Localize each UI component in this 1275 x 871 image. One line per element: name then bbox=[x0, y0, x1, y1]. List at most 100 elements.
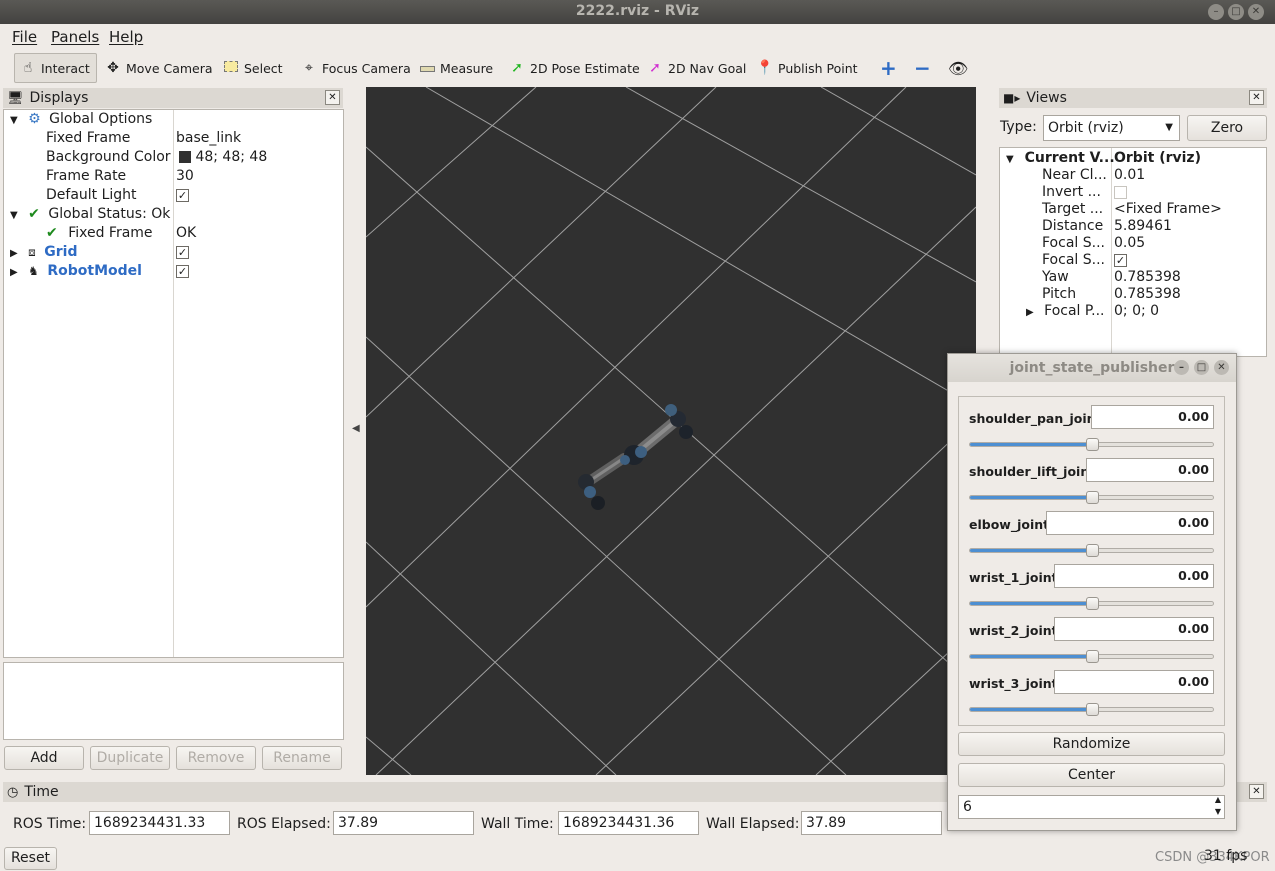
background-color-value[interactable]: 48; 48; 48 bbox=[179, 149, 267, 168]
global-status-label: Global Status: Ok bbox=[48, 206, 171, 222]
fixed-frame-value[interactable]: base_link bbox=[176, 130, 241, 149]
toolbar: ☝ Interact ✥ Move Camera Select ⌖ Focus … bbox=[0, 48, 1275, 86]
chevron-down-icon: ▼ bbox=[10, 115, 18, 126]
wall-time-label: Wall Time: bbox=[481, 816, 554, 832]
current-view-label: Current V... bbox=[1024, 150, 1115, 166]
minimize-icon[interactable]: – bbox=[1174, 360, 1189, 375]
menu-file[interactable]: File bbox=[12, 28, 37, 46]
tree-row-global-status[interactable]: ▼ ✔ Global Status: Ok bbox=[10, 206, 170, 225]
wall-elapsed-label: Wall Elapsed: bbox=[706, 816, 800, 832]
views-title: Views bbox=[1026, 90, 1067, 106]
chevron-right-icon: ▶ bbox=[10, 248, 18, 259]
display-description-box bbox=[3, 662, 344, 740]
default-light-checkbox[interactable]: ✓ bbox=[176, 187, 189, 206]
move-camera-label: Move Camera bbox=[126, 60, 213, 76]
menu-panels[interactable]: Panels bbox=[51, 28, 99, 46]
gear-icon: ⚙ bbox=[28, 111, 41, 127]
interact-label: Interact bbox=[41, 60, 90, 76]
duplicate-button[interactable]: Duplicate bbox=[90, 746, 170, 770]
time-title: Time bbox=[24, 784, 59, 800]
eye-icon[interactable]: 👁 bbox=[948, 53, 968, 83]
joint-count-spinbox[interactable]: 6 ▲ ▼ bbox=[958, 795, 1225, 819]
select-label: Select bbox=[244, 60, 283, 76]
focus-camera-tool-button[interactable]: ⌖ Focus Camera bbox=[300, 53, 411, 83]
close-icon[interactable]: ✕ bbox=[1214, 360, 1229, 375]
spin-arrows-icon[interactable]: ▲ ▼ bbox=[1215, 794, 1221, 818]
displays-header: 🖥 Displays ✕ bbox=[3, 88, 343, 108]
tree-row-grid[interactable]: ▶ ⧈ Grid bbox=[10, 244, 77, 263]
joint-value-field[interactable]: 0.00 bbox=[1054, 564, 1214, 588]
center-button[interactable]: Center bbox=[958, 763, 1225, 787]
frame-rate-value[interactable]: 30 bbox=[176, 168, 194, 187]
close-icon[interactable]: ✕ bbox=[1248, 4, 1264, 20]
minimize-icon[interactable]: – bbox=[1208, 4, 1224, 20]
pose-estimate-tool-button[interactable]: ➚ 2D Pose Estimate bbox=[508, 53, 640, 83]
rename-button[interactable]: Rename bbox=[262, 746, 342, 770]
crosshair-icon: ⌖ bbox=[305, 60, 313, 76]
grid-checkbox[interactable]: ✓ bbox=[176, 244, 189, 263]
move-icon: ✥ bbox=[107, 60, 119, 76]
status-fixed-frame-row: ✔ Fixed Frame bbox=[46, 225, 153, 244]
joint-slider[interactable] bbox=[969, 703, 1214, 716]
tree-row-robot-model[interactable]: ▶ ♞ RobotModel bbox=[10, 263, 142, 282]
joint-slider[interactable] bbox=[969, 438, 1214, 451]
interact-tool-button[interactable]: ☝ Interact bbox=[14, 53, 97, 83]
remove-tool-icon[interactable]: − bbox=[914, 53, 931, 83]
fixed-frame-label: Fixed Frame bbox=[46, 130, 131, 146]
collapse-left-icon[interactable]: ◀ bbox=[352, 423, 360, 434]
green-arrow-icon: ➚ bbox=[511, 60, 523, 76]
joint-slider[interactable] bbox=[969, 544, 1214, 557]
focal-point-row[interactable]: ▶ Focal P... bbox=[1026, 303, 1105, 322]
select-tool-button[interactable]: Select bbox=[222, 53, 283, 83]
close-icon[interactable]: ✕ bbox=[325, 90, 340, 105]
checkmark-icon: ✔ bbox=[46, 225, 58, 241]
chevron-down-icon: ▼ bbox=[1006, 154, 1014, 165]
joint-value-field[interactable]: 0.00 bbox=[1086, 458, 1214, 482]
joint-value-field[interactable]: 0.00 bbox=[1054, 617, 1214, 641]
3d-viewport[interactable] bbox=[366, 87, 976, 775]
measure-label: Measure bbox=[440, 60, 494, 76]
status-fixed-frame-value: OK bbox=[176, 225, 197, 241]
joint-slider[interactable] bbox=[969, 650, 1214, 663]
joint-slider[interactable] bbox=[969, 597, 1214, 610]
close-icon[interactable]: ✕ bbox=[1249, 784, 1264, 799]
wall-time-field[interactable]: 1689234431.36 bbox=[558, 811, 699, 835]
select-box-icon bbox=[222, 60, 240, 76]
ros-time-field[interactable]: 1689234431.33 bbox=[89, 811, 230, 835]
ros-elapsed-label: ROS Elapsed: bbox=[237, 816, 331, 832]
checkmark-icon: ✔ bbox=[28, 206, 40, 222]
view-type-value: Orbit (rviz) bbox=[1048, 120, 1124, 136]
jsp-titlebar: joint_state_publisher – □ ✕ bbox=[948, 354, 1236, 382]
remove-button[interactable]: Remove bbox=[176, 746, 256, 770]
robot-icon: ♞ bbox=[28, 264, 39, 278]
move-camera-tool-button[interactable]: ✥ Move Camera bbox=[104, 53, 213, 83]
ros-elapsed-field[interactable]: 37.89 bbox=[333, 811, 474, 835]
focal-point-value[interactable]: 0; 0; 0 bbox=[1114, 303, 1159, 322]
publish-point-tool-button[interactable]: 📍 Publish Point bbox=[756, 53, 857, 83]
maximize-icon[interactable]: □ bbox=[1228, 4, 1244, 20]
view-type-label: Type: bbox=[1000, 119, 1037, 135]
zero-button[interactable]: Zero bbox=[1187, 115, 1267, 141]
randomize-button[interactable]: Randomize bbox=[958, 732, 1225, 756]
measure-tool-button[interactable]: Measure bbox=[418, 53, 493, 83]
joint-value-field[interactable]: 0.00 bbox=[1054, 670, 1214, 694]
menu-help[interactable]: Help bbox=[109, 28, 143, 46]
view-type-select[interactable]: Orbit (rviz) ▼ bbox=[1043, 115, 1180, 141]
wall-elapsed-field[interactable]: 37.89 bbox=[801, 811, 942, 835]
menu-bar: File Panels Help bbox=[0, 24, 1275, 47]
joint-name-label: shoulder_lift_joint bbox=[969, 464, 1096, 479]
robot-arm-model bbox=[578, 404, 693, 510]
displays-title: Displays bbox=[29, 90, 89, 106]
joint-value-field[interactable]: 0.00 bbox=[1091, 405, 1214, 429]
close-icon[interactable]: ✕ bbox=[1249, 90, 1264, 105]
maximize-icon[interactable]: □ bbox=[1194, 360, 1209, 375]
reset-button[interactable]: Reset bbox=[4, 847, 57, 870]
joint-slider[interactable] bbox=[969, 491, 1214, 504]
add-button[interactable]: Add bbox=[4, 746, 84, 770]
tree-row-global-options[interactable]: ▼ ⚙ Global Options bbox=[10, 111, 152, 130]
nav-goal-tool-button[interactable]: ➚ 2D Nav Goal bbox=[646, 53, 746, 83]
spinbox-value: 6 bbox=[963, 799, 972, 815]
add-tool-icon[interactable]: + bbox=[880, 53, 897, 83]
joint-value-field[interactable]: 0.00 bbox=[1046, 511, 1214, 535]
robot-model-checkbox[interactable]: ✓ bbox=[176, 263, 189, 282]
